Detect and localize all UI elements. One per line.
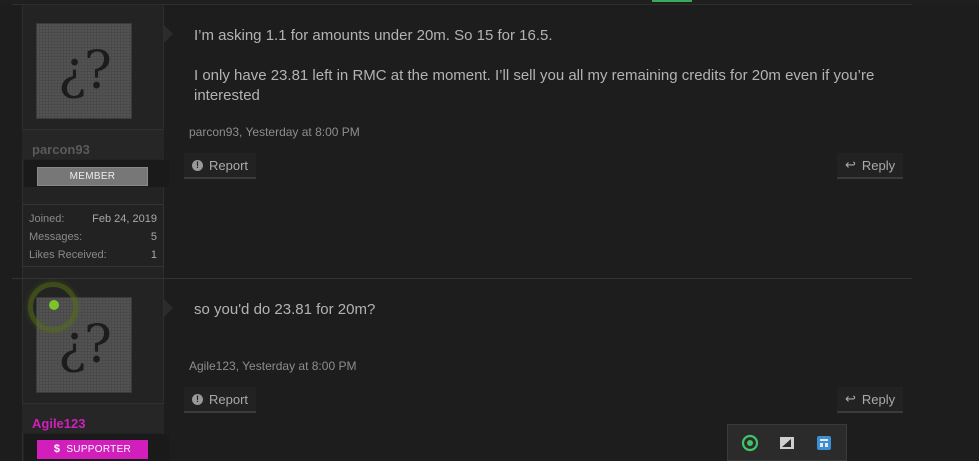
username-link[interactable]: parcon93 xyxy=(32,142,90,157)
message-content: so you'd do 23.81 for 20m? xyxy=(194,300,909,340)
online-status-icon xyxy=(49,300,59,310)
likes-label: Likes Received: xyxy=(29,249,107,261)
avatar-placeholder-glyph: ¿? xyxy=(58,41,112,101)
joined-label: Joined: xyxy=(29,213,65,225)
joined-row: Joined: Feb 24, 2019 xyxy=(29,211,157,229)
report-label: Report xyxy=(209,157,249,173)
chat-app-icon[interactable] xyxy=(740,433,760,453)
post-parcon93: ¿? parcon93 MEMBER Joined: Feb 24, 2019 … xyxy=(12,5,912,278)
sidebar-edge-left xyxy=(22,279,23,461)
report-icon: ! xyxy=(192,159,203,171)
message-paragraph: I’m asking 1.1 for amounts under 20m. So… xyxy=(194,27,553,44)
joined-value: Feb 24, 2019 xyxy=(92,213,157,225)
report-icon: ! xyxy=(192,393,203,405)
top-accent-bar xyxy=(652,0,692,2)
reply-label: Reply xyxy=(861,391,896,407)
message-paragraph: I only have 23.81 left in RMC at the mom… xyxy=(194,67,875,104)
message-meta[interactable]: parcon93, Yesterday at 8:00 PM xyxy=(189,125,360,139)
messages-value[interactable]: 5 xyxy=(151,229,157,247)
messages-label: Messages: xyxy=(29,231,83,243)
network-app-icon[interactable] xyxy=(814,433,834,453)
dollar-icon: $ xyxy=(53,443,61,455)
reply-icon: ↩ xyxy=(845,157,856,172)
report-label: Report xyxy=(209,391,249,407)
user-title-badge: $ SUPPORTER xyxy=(37,440,148,459)
message-arrow xyxy=(164,25,173,43)
reply-icon: ↩ xyxy=(845,391,856,406)
username-box: Agile123 xyxy=(22,403,164,433)
message-paragraph: so you'd do 23.81 for 20m? xyxy=(194,301,376,318)
reply-button[interactable]: ↩ Reply xyxy=(837,153,904,179)
user-title-label: SUPPORTER xyxy=(66,444,132,455)
extra-user-info: Joined: Feb 24, 2019 Messages: 5 Likes R… xyxy=(22,204,164,267)
report-button[interactable]: ! Report xyxy=(184,153,257,179)
username-link[interactable]: Agile123 xyxy=(32,416,85,431)
username-box: parcon93 xyxy=(22,129,164,159)
likes-row: Likes Received: 1 xyxy=(29,247,157,265)
user-title-badge: MEMBER xyxy=(37,167,148,186)
message-arrow xyxy=(164,299,173,317)
report-button[interactable]: ! Report xyxy=(184,387,257,413)
reply-button[interactable]: ↩ Reply xyxy=(837,387,904,413)
message-content: I’m asking 1.1 for amounts under 20m. So… xyxy=(194,26,909,126)
avatar[interactable]: ¿? xyxy=(36,23,132,119)
reply-label: Reply xyxy=(861,157,896,173)
page: ¿? parcon93 MEMBER Joined: Feb 24, 2019 … xyxy=(0,0,979,461)
gesture-app-icon[interactable] xyxy=(777,433,797,453)
system-tray-popup xyxy=(727,424,847,461)
message-meta[interactable]: Agile123, Yesterday at 8:00 PM xyxy=(189,359,356,373)
messages-row: Messages: 5 xyxy=(29,229,157,247)
likes-value: 1 xyxy=(150,249,157,261)
